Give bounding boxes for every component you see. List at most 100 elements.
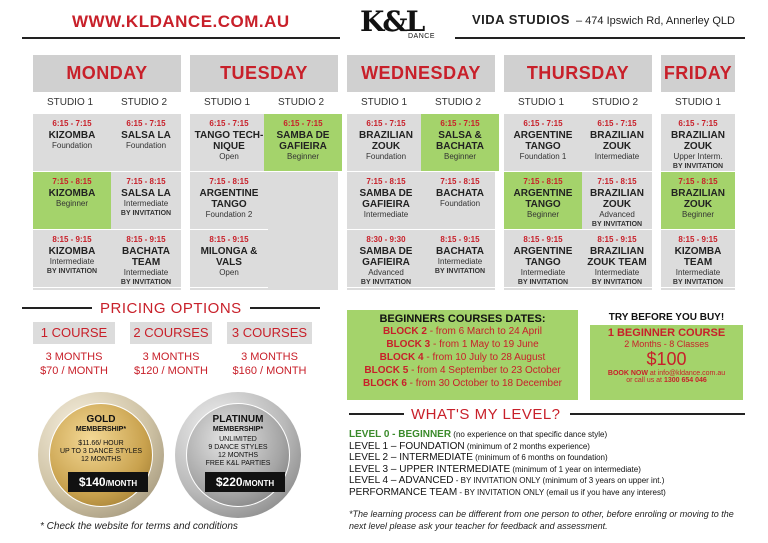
class-name: BRAZILIAN ZOUK — [359, 130, 413, 152]
class-name: SAMBA DE GAFIEIRA — [359, 188, 413, 210]
day-friday: FRIDAY STUDIO 1 6:15 - 7:15 BRAZILIAN ZOU… — [661, 55, 735, 290]
class-time: 7:15 - 8:15 — [440, 177, 480, 186]
header-divider-left — [22, 37, 340, 39]
terms-note: * Check the website for terms and condit… — [40, 521, 238, 532]
class-time: 8:15 - 9:15 — [678, 235, 718, 244]
block-item: BLOCK 6 - from 30 October to 18 December — [363, 378, 562, 389]
day-tuesday: TUESDAY STUDIO 1 STUDIO 2 6:15 - 7:15 TAN… — [190, 55, 342, 290]
website-url[interactable]: WWW.KLDANCE.COM.AU — [72, 12, 290, 32]
class-level: Foundation 2 — [205, 210, 253, 219]
platinum-details: UNLIMITED 9 DANCE STYLES 12 MONTHS FREE … — [205, 436, 271, 467]
class-time: 8:15 - 9:15 — [597, 235, 637, 244]
class-level: Beginner — [286, 152, 320, 161]
class-name: BACHATA — [436, 246, 484, 257]
class-time: 6:15 - 7:15 — [126, 119, 166, 128]
class-level: Foundation — [51, 141, 93, 150]
class-name: BRAZILIAN ZOUK TEAM — [587, 246, 647, 268]
class-name: SAMBA DE GAFIEIRA — [276, 130, 330, 152]
beginners-title: BEGINNERS COURSES DATES: — [379, 313, 546, 325]
class-note: BY INVITATION — [434, 268, 486, 275]
class-name: BACHATA TEAM — [122, 246, 170, 268]
class-note: BY INVITATION — [591, 279, 643, 286]
class-note: BY INVITATION — [517, 279, 569, 286]
phone-link[interactable]: 1300 654 046 — [664, 377, 707, 384]
try-title: TRY BEFORE YOU BUY! — [590, 310, 743, 325]
gold-sub: MEMBERSHIP* — [75, 426, 127, 433]
class-level: Intermediate — [49, 257, 95, 266]
studio-row: STUDIO 1 STUDIO 2 — [190, 92, 338, 114]
class-cell: 6:15 - 7:15 TANGO TECH-NIQUE Open — [190, 114, 268, 172]
class-cell: 6:15 - 7:15 ARGENTINE TANGO Foundation 1 — [504, 114, 582, 172]
book-now-link[interactable]: BOOK NOW — [608, 370, 648, 377]
gold-membership-badge: GOLD MEMBERSHIP* $11.66/ HOUR UP TO 3 DA… — [38, 392, 164, 518]
class-time: 6:15 - 7:15 — [597, 119, 637, 128]
class-cell: 6:15 - 7:15 SAMBA DE GAFIEIRA Beginner — [264, 114, 342, 172]
try-sub: 2 Months - 8 Classes — [624, 339, 709, 349]
beginners-dates-box: BEGINNERS COURSES DATES: BLOCK 2 - from … — [347, 310, 578, 400]
level-item: LEVEL 0 - BEGINNER (no experience on tha… — [349, 429, 608, 440]
class-name: TANGO TECH-NIQUE — [194, 130, 264, 152]
class-level: Intermediate — [520, 268, 566, 277]
class-time: 8:15 - 9:15 — [209, 235, 249, 244]
class-level: Beginner — [526, 210, 560, 219]
pricing-rule-right — [250, 307, 320, 309]
class-time: 7:15 - 8:15 — [678, 177, 718, 186]
day-heading: WEDNESDAY — [347, 55, 495, 92]
class-name: ARGENTINE TANGO — [513, 188, 573, 210]
class-cell: 6:15 - 7:15 SALSA LA Foundation — [107, 114, 185, 172]
try-offer: 1 BEGINNER COURSE — [607, 327, 726, 339]
day-heading: MONDAY — [33, 55, 181, 92]
class-time: 6:15 - 7:15 — [678, 119, 718, 128]
class-name: SALSA LA — [121, 130, 171, 141]
venue-address: – 474 Ipswich Rd, Annerley QLD — [575, 15, 735, 27]
class-name: SAMBA DE GAFIEIRA — [359, 246, 413, 268]
class-level: Intermediate — [594, 152, 640, 161]
header-divider-right — [455, 37, 745, 39]
studio-label: STUDIO 1 — [203, 97, 251, 108]
level-item: LEVEL 4 – ADVANCED - BY INVITATION ONLY … — [349, 475, 665, 486]
class-level: Open — [219, 268, 239, 277]
try-contact: BOOK NOW at info@kldance.com.au — [594, 370, 739, 377]
email-link[interactable]: at info@kldance.com.au — [648, 370, 725, 377]
class-cell: 7:15 - 8:15 SAMBA DE GAFIEIRA Intermediate — [347, 172, 425, 230]
venue-info: VIDA STUDIOS – 474 Ipswich Rd, Annerley Q… — [472, 12, 735, 27]
class-cell: 8:15 - 9:15 BACHATA Intermediate BY INVITAT… — [421, 230, 499, 288]
class-cell: 6:15 - 7:15 SALSA & BACHATA Beginner — [421, 114, 499, 172]
class-cell: 8:15 - 9:15 KIZOMBA Intermediate BY INVITAT… — [33, 230, 111, 288]
studio-label: STUDIO 1 — [674, 97, 722, 108]
class-name: BRAZILIAN ZOUK — [590, 188, 644, 210]
class-level: Intermediate — [363, 210, 409, 219]
levels-rule-left — [349, 413, 404, 415]
block-item: BLOCK 3 - from 1 May to 19 June — [386, 339, 539, 350]
class-cell: 8:15 - 9:15 KIZOMBA TEAM Intermediate BY IN… — [661, 230, 735, 288]
studio-label: STUDIO 2 — [277, 97, 325, 108]
class-level: Open — [219, 152, 239, 161]
levels-list: LEVEL 0 - BEGINNER (no experience on tha… — [349, 429, 666, 498]
class-time: 8:15 - 9:15 — [126, 235, 166, 244]
level-footnote: *The learning process can be different f… — [349, 509, 734, 531]
class-cell: 6:15 - 7:15 BRAZILIAN ZOUK Foundation — [347, 114, 425, 172]
day-heading: FRIDAY — [661, 55, 735, 92]
platinum-price: $220/MONTH — [205, 472, 285, 492]
class-name: BRAZILIAN ZOUK — [590, 130, 644, 152]
pricing-title: PRICING OPTIONS — [100, 300, 242, 317]
class-cell: 8:15 - 9:15 BRAZILIAN ZOUK TEAM Intermedia… — [578, 230, 656, 288]
kl-dance-logo: K&L DANCE — [360, 5, 436, 40]
class-time: 7:15 - 8:15 — [126, 177, 166, 186]
class-level: Intermediate — [437, 257, 483, 266]
class-name: MILONGA & VALS — [200, 246, 258, 268]
class-name: KIZOMBA TEAM — [674, 246, 722, 268]
level-item: PERFORMANCE TEAM - BY INVITATION ONLY (e… — [349, 486, 666, 498]
block-item: BLOCK 2 - from 6 March to 24 April — [383, 326, 542, 337]
level-item: LEVEL 2 – INTERMEDIATE (minimum of 6 mon… — [349, 452, 608, 463]
day-monday: MONDAY STUDIO 1 STUDIO 2 6:15 - 7:15 KIZO… — [33, 55, 185, 290]
studio-label: STUDIO 2 — [591, 97, 639, 108]
class-time: 7:15 - 8:15 — [597, 177, 637, 186]
class-level: Intermediate — [123, 268, 169, 277]
class-cell: 8:15 - 9:15 ARGENTINE TANGO Intermediate BY… — [504, 230, 582, 288]
studio-row: STUDIO 1 STUDIO 2 — [504, 92, 652, 114]
class-note: BY INVITATION — [120, 210, 172, 217]
class-cell: 7:15 - 8:15 BACHATA Foundation — [421, 172, 499, 230]
class-cell: 7:15 - 8:15 SALSA LA Intermediate BY INVITA… — [107, 172, 185, 230]
venue-name: VIDA STUDIOS — [472, 12, 570, 27]
